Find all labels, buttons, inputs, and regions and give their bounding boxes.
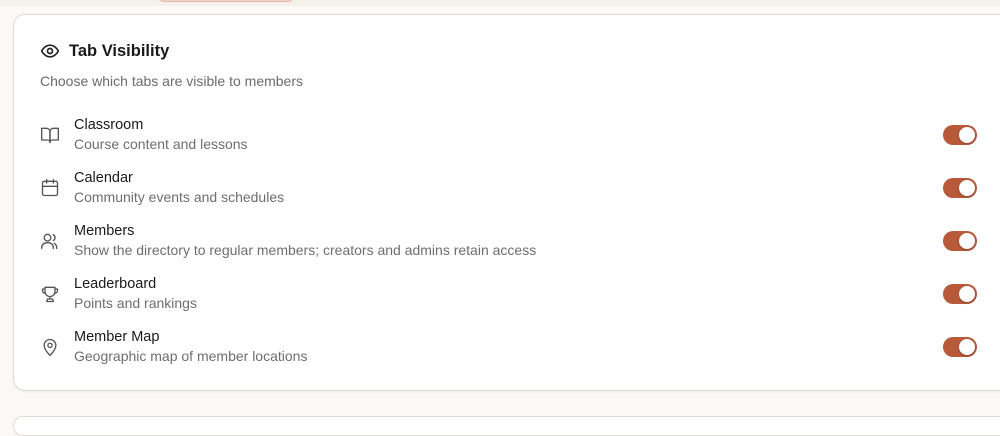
classroom-toggle[interactable] — [943, 125, 977, 145]
tab-label: Member Map — [74, 329, 160, 345]
users-icon — [40, 231, 60, 251]
card-title: Tab Visibility — [69, 41, 170, 60]
members-toggle[interactable] — [943, 231, 977, 251]
tab-label: Classroom — [74, 117, 144, 133]
tab-label: Leaderboard — [74, 276, 157, 292]
tab-description: Show the directory to regular members; c… — [74, 242, 537, 258]
calendar-toggle[interactable] — [943, 178, 977, 198]
card-subtitle: Choose which tabs are visible to members — [40, 73, 304, 89]
leaderboard-toggle[interactable] — [943, 284, 977, 304]
member-map-toggle[interactable] — [943, 337, 977, 357]
tab-row-classroom: Classroom Course content and lessons — [40, 116, 990, 169]
calendar-icon — [40, 178, 60, 198]
map-pin-icon — [40, 337, 60, 357]
tab-row-calendar: Calendar Community events and schedules — [40, 169, 990, 222]
tab-row-members: Members Show the directory to regular me… — [40, 222, 990, 275]
toggle-knob — [959, 286, 975, 302]
card-header: Tab Visibility — [40, 41, 169, 61]
active-tab-indicator[interactable] — [158, 0, 294, 2]
tab-label: Calendar — [74, 170, 133, 186]
tab-description: Points and rankings — [74, 295, 197, 311]
tab-row-member-map: Member Map Geographic map of member loca… — [40, 328, 990, 381]
top-strip — [0, 0, 1000, 6]
tab-description: Community events and schedules — [74, 189, 285, 205]
tab-list: Classroom Course content and lessons Cal… — [40, 116, 990, 381]
tab-description: Course content and lessons — [74, 136, 248, 152]
tab-description: Geographic map of member locations — [74, 348, 308, 364]
toggle-knob — [959, 180, 975, 196]
toggle-knob — [959, 233, 975, 249]
tab-row-leaderboard: Leaderboard Points and rankings — [40, 275, 990, 328]
book-icon — [40, 125, 60, 145]
toggle-knob — [959, 339, 975, 355]
tab-label: Members — [74, 223, 135, 239]
eye-icon — [40, 41, 60, 61]
toggle-knob — [959, 127, 975, 143]
next-card — [13, 416, 1000, 436]
tab-visibility-card: Tab Visibility Choose which tabs are vis… — [13, 14, 1000, 391]
trophy-icon — [40, 284, 60, 304]
